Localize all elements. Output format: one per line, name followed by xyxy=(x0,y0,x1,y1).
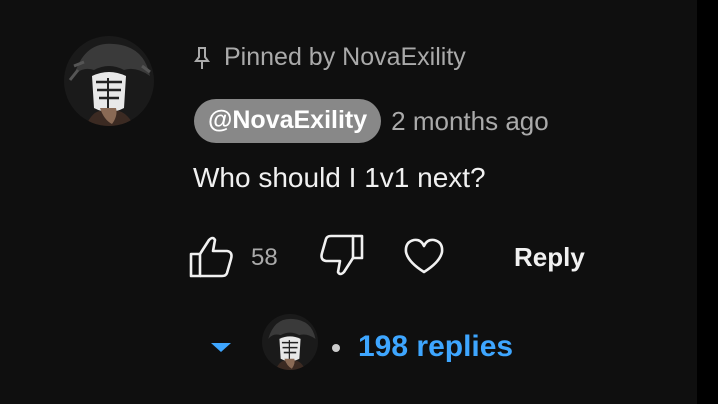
thumbs-up-icon[interactable] xyxy=(187,232,235,280)
replies-link[interactable]: 198 replies xyxy=(358,330,513,364)
like-count: 58 xyxy=(251,244,278,271)
comment-timestamp[interactable]: 2 months ago xyxy=(391,106,549,137)
separator-dot xyxy=(332,344,340,352)
caret-down-icon[interactable] xyxy=(211,343,231,352)
comment-meta: @NovaExility 2 months ago xyxy=(194,99,549,143)
reply-author-avatar xyxy=(262,314,318,370)
pin-icon xyxy=(194,46,210,70)
replies-toggle-row[interactable]: 198 replies xyxy=(0,318,697,374)
comment-text: Who should I 1v1 next? xyxy=(193,162,486,193)
comment-action-bar: 58 Reply xyxy=(0,232,697,284)
author-avatar[interactable] xyxy=(64,36,154,126)
reply-button[interactable]: Reply xyxy=(514,242,585,273)
author-name-chip[interactable]: @NovaExility xyxy=(194,99,382,143)
comment-card: Pinned by NovaExility @NovaExility 2 mon… xyxy=(0,0,697,404)
thumbs-down-icon[interactable] xyxy=(318,232,366,280)
pinned-label: Pinned by NovaExility xyxy=(224,43,466,71)
heart-icon[interactable] xyxy=(402,236,450,284)
pinned-indicator: Pinned by NovaExility xyxy=(194,43,466,72)
